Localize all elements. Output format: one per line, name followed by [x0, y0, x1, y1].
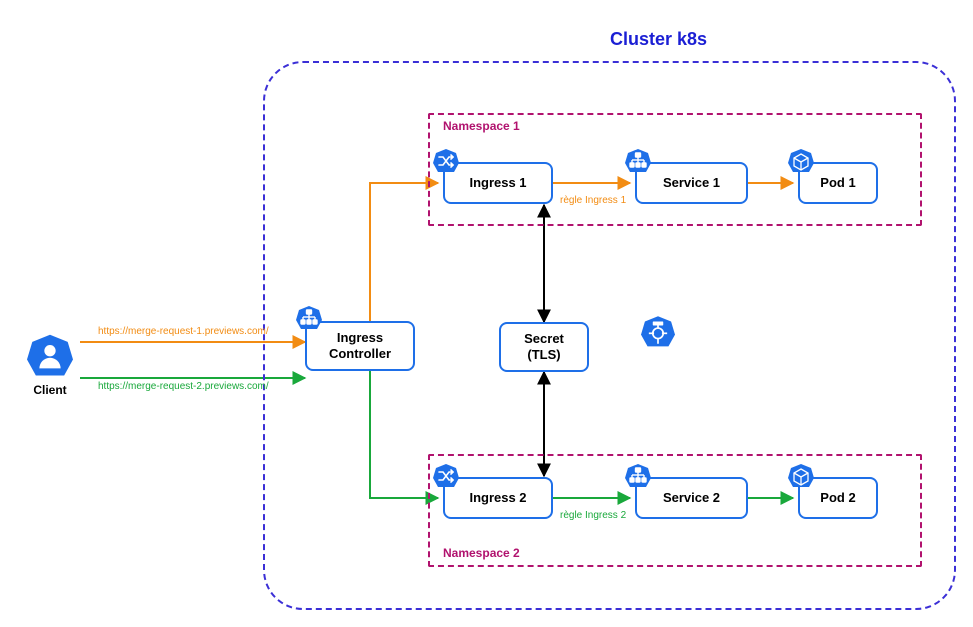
- sitemap-icon: [625, 463, 651, 489]
- ship-wheel-icon: [641, 315, 675, 349]
- secret-node: Secret (TLS): [499, 322, 589, 372]
- namespace-2-label: Namespace 2: [443, 546, 520, 560]
- url-2-label: https://merge-request-2.previews.com/: [98, 381, 269, 392]
- ingress-2-label: Ingress 2: [469, 490, 526, 506]
- cluster-title: Cluster k8s: [610, 29, 707, 50]
- ingress-1-label: Ingress 1: [469, 175, 526, 191]
- sitemap-icon: [296, 305, 322, 331]
- ingress-2-node: Ingress 2: [443, 477, 553, 519]
- pod-1-label: Pod 1: [820, 175, 855, 191]
- cube-icon: [788, 148, 814, 174]
- cube-icon: [788, 463, 814, 489]
- user-icon: [27, 333, 73, 379]
- service-1-label: Service 1: [663, 175, 720, 191]
- ingress-controller-label-1: Ingress: [329, 330, 391, 346]
- shuffle-icon: [433, 463, 459, 489]
- secret-label-2: (TLS): [524, 347, 564, 363]
- namespace-1-label: Namespace 1: [443, 119, 520, 133]
- client: Client: [20, 333, 80, 397]
- url-1-label: https://merge-request-1.previews.com/: [98, 326, 269, 337]
- sitemap-icon: [625, 148, 651, 174]
- service-2-node: Service 2: [635, 477, 748, 519]
- client-label: Client: [20, 383, 80, 397]
- rule-2-label: règle Ingress 2: [560, 510, 626, 521]
- service-1-node: Service 1: [635, 162, 748, 204]
- ingress-controller-label-2: Controller: [329, 346, 391, 362]
- service-2-label: Service 2: [663, 490, 720, 506]
- pod-2-label: Pod 2: [820, 490, 855, 506]
- shuffle-icon: [433, 148, 459, 174]
- rule-1-label: règle Ingress 1: [560, 195, 626, 206]
- ingress-1-node: Ingress 1: [443, 162, 553, 204]
- secret-label-1: Secret: [524, 331, 564, 347]
